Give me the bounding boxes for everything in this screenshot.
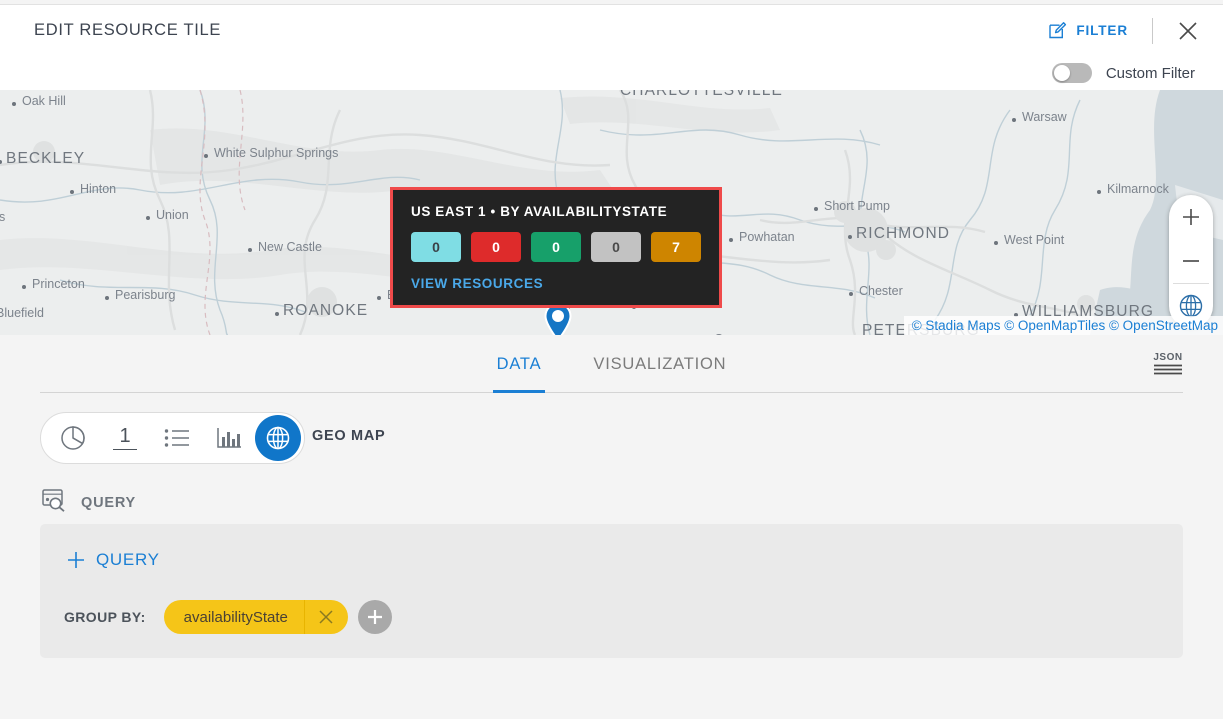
edit-square-icon <box>1048 21 1067 40</box>
add-group-by-button[interactable] <box>358 600 392 634</box>
map-zoom-out-button[interactable] <box>1169 239 1213 283</box>
document-lines-icon <box>1153 364 1183 379</box>
map-city-dot <box>1012 118 1016 122</box>
group-by-chip-label: availabilityState <box>164 609 304 626</box>
attribution-openmaptiles-link[interactable]: © OpenMapTiles <box>1004 318 1105 333</box>
status-badge-cyan[interactable]: 0 <box>411 232 461 262</box>
map-city-dot <box>204 154 208 158</box>
group-by-chip[interactable]: availabilityState <box>164 600 348 634</box>
minus-icon <box>1180 250 1202 272</box>
bar-chart-icon[interactable] <box>203 412 255 464</box>
view-resources-link[interactable]: VIEW RESOURCES <box>411 276 543 291</box>
close-button[interactable] <box>1175 18 1201 44</box>
single-value-label: 1 <box>119 426 130 446</box>
status-badge-red[interactable]: 0 <box>471 232 521 262</box>
filter-button-label: FILTER <box>1076 23 1128 38</box>
map-city-dot <box>248 248 252 252</box>
geo-map[interactable]: Oak Hill White Sulphur Springs Hinton Un… <box>0 90 1223 335</box>
map-city-dot <box>377 296 381 300</box>
map-city-dot <box>275 312 279 316</box>
globe-icon[interactable] <box>255 415 301 461</box>
pie-chart-icon[interactable] <box>47 412 99 464</box>
tab-bar: DATA VISUALIZATION JSON <box>0 335 1223 393</box>
map-city-dot <box>849 292 853 296</box>
tab-data[interactable]: DATA <box>493 335 546 393</box>
list-icon[interactable] <box>151 412 203 464</box>
header-actions: FILTER <box>1048 5 1201 56</box>
edit-resource-tile-modal: EDIT RESOURCE TILE FILTER <box>0 0 1223 719</box>
map-zoom-in-button[interactable] <box>1169 195 1213 239</box>
map-city-dot <box>70 190 74 194</box>
close-icon <box>1176 19 1200 43</box>
group-by-label: GROUP BY: <box>64 609 146 625</box>
map-city-dot <box>105 296 109 300</box>
json-view-button[interactable]: JSON <box>1153 352 1183 379</box>
single-value-icon[interactable]: 1 <box>99 412 151 464</box>
group-by-row: GROUP BY: availabilityState <box>64 600 392 634</box>
map-attribution: © Stadia Maps © OpenMapTiles © OpenStree… <box>904 316 1223 335</box>
map-city-dot <box>814 207 818 211</box>
map-city-dot <box>848 235 852 239</box>
add-query-button[interactable]: QUERY <box>66 550 160 570</box>
visualization-type-toolbar: 1 <box>40 412 305 464</box>
page-title: EDIT RESOURCE TILE <box>34 21 221 40</box>
tab-list: DATA VISUALIZATION <box>0 335 1223 393</box>
map-city-dot <box>22 285 26 289</box>
map-region-popup: US EAST 1 • BY AVAILABILITYSTATE 0 0 0 0… <box>390 187 722 308</box>
custom-filter-bar: Custom Filter <box>0 56 1223 90</box>
query-search-icon <box>42 489 67 517</box>
map-city-dot <box>146 216 150 220</box>
toggle-knob <box>1054 65 1070 81</box>
status-badge-orange[interactable]: 7 <box>651 232 701 262</box>
query-section-header: QUERY <box>42 489 136 517</box>
plus-icon <box>1180 206 1202 228</box>
map-city-dot <box>1097 190 1101 194</box>
single-value-underline <box>113 449 137 451</box>
custom-filter-label: Custom Filter <box>1106 65 1195 82</box>
modal-header: EDIT RESOURCE TILE FILTER <box>0 4 1223 56</box>
header-divider <box>1152 18 1153 44</box>
tab-visualization[interactable]: VISUALIZATION <box>589 335 730 393</box>
map-city-dot <box>729 238 733 242</box>
popup-badge-list: 0 0 0 0 7 <box>411 232 701 262</box>
add-query-label: QUERY <box>96 550 160 570</box>
selected-visualization-label: GEO MAP <box>312 428 385 444</box>
map-zoom-controls <box>1169 195 1213 328</box>
status-badge-grey[interactable]: 0 <box>591 232 641 262</box>
json-view-label: JSON <box>1153 352 1182 363</box>
attribution-stadia-link[interactable]: © Stadia Maps <box>912 318 1001 333</box>
attribution-openstreetmap-link[interactable]: © OpenStreetMap <box>1109 318 1218 333</box>
plus-icon <box>365 607 385 627</box>
custom-filter-toggle[interactable] <box>1052 63 1092 83</box>
close-icon <box>318 609 334 625</box>
map-city-dot <box>12 102 16 106</box>
filter-button[interactable]: FILTER <box>1048 21 1128 40</box>
popup-title: US EAST 1 • BY AVAILABILITYSTATE <box>411 204 701 219</box>
map-city-dot <box>994 241 998 245</box>
plus-icon <box>66 550 86 570</box>
status-badge-green[interactable]: 0 <box>531 232 581 262</box>
query-section-title: QUERY <box>81 495 136 511</box>
group-by-chip-remove-button[interactable] <box>304 600 348 634</box>
query-card: QUERY GROUP BY: availabilityState <box>40 524 1183 658</box>
